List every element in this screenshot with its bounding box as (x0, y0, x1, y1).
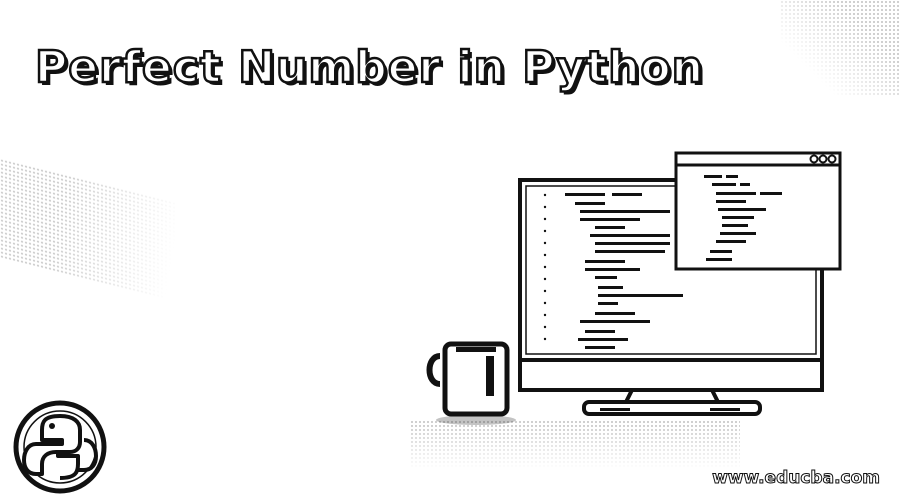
website-url[interactable]: www.educba.com (712, 468, 881, 489)
coffee-mug-icon (426, 341, 516, 425)
code-window-icon (674, 151, 842, 271)
python-logo-icon (13, 400, 107, 494)
illustration (13, 151, 842, 494)
